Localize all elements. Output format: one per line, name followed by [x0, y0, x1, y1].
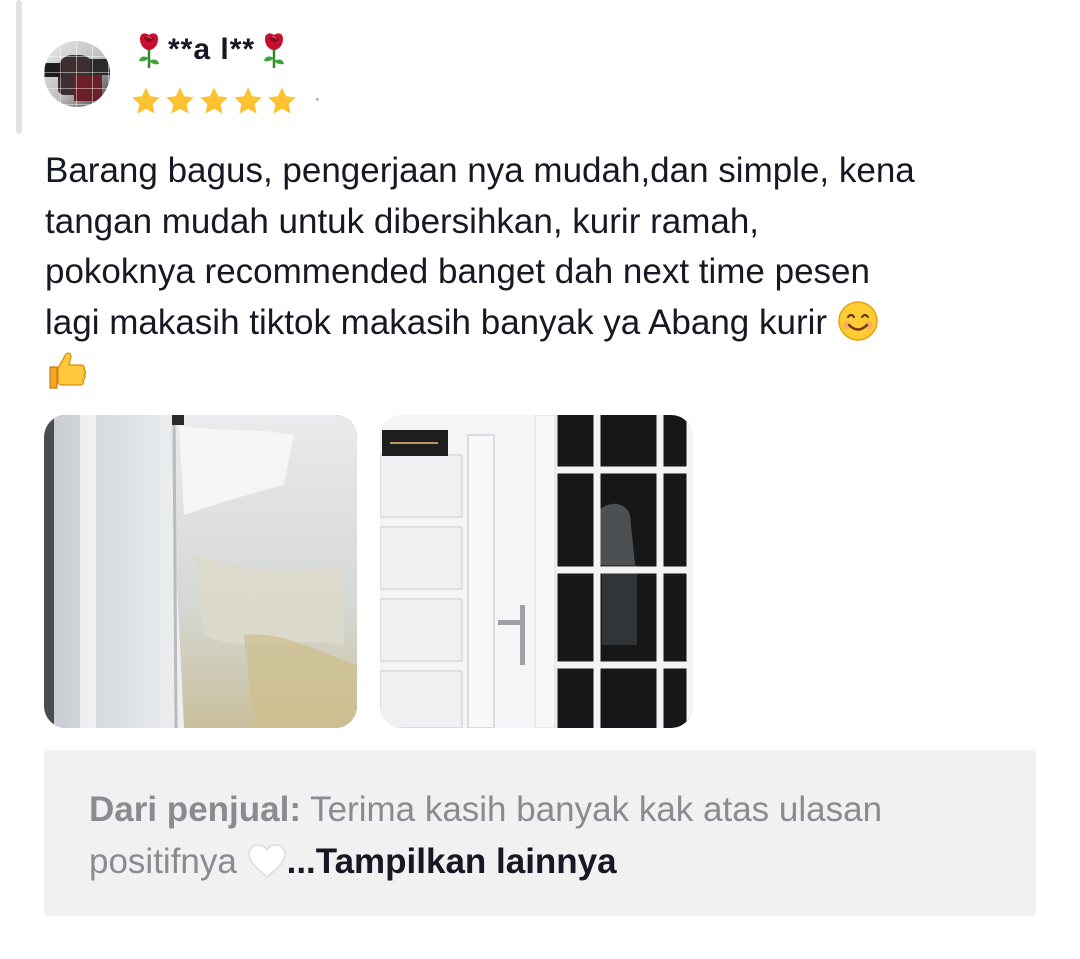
rose-icon — [139, 33, 159, 68]
star-icon — [166, 87, 194, 114]
meta-separator: · — [314, 87, 321, 110]
seller-reply-line: positifnya — [89, 842, 237, 881]
review-photo-wall-corner[interactable] — [44, 415, 357, 728]
review-text-line: lagi makasih tiktok makasih banyak ya Ab… — [45, 302, 828, 342]
rose-icon — [264, 33, 285, 68]
reviewer-name-row: **a l** — [136, 30, 287, 70]
seller-reply-text: Dari penjual: Terima kasih banyak kak at… — [89, 784, 1009, 888]
star-icon — [200, 87, 228, 114]
star-icon — [132, 87, 160, 114]
seller-reply-line: Terima kasih banyak kak atas ulasan — [310, 790, 883, 829]
seller-reply: Dari penjual: Terima kasih banyak kak at… — [44, 750, 1036, 916]
thumbs-up-emoji-icon — [49, 352, 87, 389]
review-text-line: Barang bagus, pengerjaan nya mudah,dan s… — [45, 151, 915, 190]
thread-indent-line — [16, 0, 22, 134]
smiling-face-emoji-icon — [838, 300, 878, 341]
show-more-link[interactable]: ...Tampilkan lainnya — [287, 842, 617, 881]
reviewer-username[interactable]: **a l** — [168, 33, 255, 67]
review-text-line: pokoknya recommended banget dah next tim… — [45, 252, 870, 291]
avatar[interactable] — [44, 41, 110, 107]
review-text-line: tangan mudah untuk dibersihkan, kurir ra… — [45, 201, 760, 241]
white-heart-icon — [247, 844, 286, 878]
star-rating: · — [130, 84, 321, 118]
review-text: Barang bagus, pengerjaan nya mudah,dan s… — [45, 146, 1045, 399]
star-icon — [234, 87, 262, 114]
seller-reply-label: Dari penjual: — [89, 790, 301, 829]
star-icon — [268, 87, 296, 114]
review-photo-white-door[interactable] — [380, 415, 693, 728]
